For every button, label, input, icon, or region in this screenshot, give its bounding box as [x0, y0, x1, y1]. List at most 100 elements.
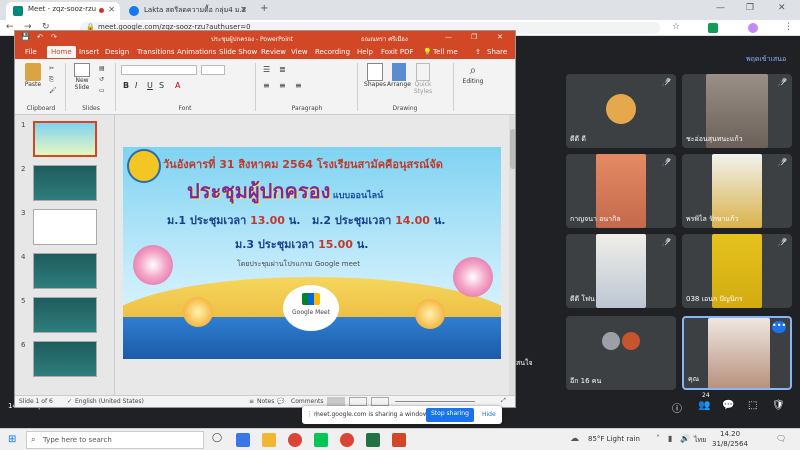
menu-animations[interactable]: Animations — [177, 48, 216, 56]
scrollbar-thumb[interactable] — [510, 129, 515, 169]
windows-start-icon[interactable]: ⊞ — [8, 434, 16, 445]
menu-foxit-pdf[interactable]: Foxit PDF — [381, 48, 414, 56]
chat-icon[interactable]: 💬 — [722, 400, 734, 411]
notes-button[interactable]: Notes — [257, 398, 274, 405]
network-icon[interactable]: ▮ — [668, 434, 672, 443]
clock-time[interactable]: 14.20 — [720, 430, 740, 438]
close-tab-icon[interactable]: ✕ — [240, 5, 247, 14]
bold-icon[interactable]: B — [123, 81, 129, 90]
menu-design[interactable]: Design — [105, 48, 129, 56]
slide-sorter-icon[interactable] — [349, 397, 367, 406]
excel-icon[interactable] — [366, 433, 380, 447]
others-tile[interactable]: อีก 16 คน — [566, 316, 676, 390]
language-status[interactable]: English (United States) — [75, 398, 144, 405]
self-tile[interactable]: ••• คุณ — [682, 316, 792, 390]
menu-home[interactable]: Home — [47, 46, 76, 58]
menu-share[interactable]: Share — [487, 48, 507, 56]
paste-button[interactable]: Paste — [21, 63, 45, 88]
new-slide-button[interactable]: New Slide — [69, 63, 95, 91]
meet-top-label[interactable]: พฤดเข้าเสนอ — [746, 54, 786, 65]
stop-sharing-button[interactable]: Stop sharing — [426, 408, 474, 422]
clock-date[interactable]: 31/8/2564 — [712, 440, 748, 448]
line-app-icon[interactable] — [314, 433, 328, 447]
restore-icon[interactable]: ❐ — [746, 3, 754, 13]
powerpoint-icon[interactable] — [392, 433, 406, 447]
menu-slideshow[interactable]: Slide Show — [219, 48, 257, 56]
participant-tile[interactable]: 🎤̸ ดีดี ดี — [566, 74, 676, 148]
volume-icon[interactable]: 🔊 — [680, 434, 690, 443]
slide-thumbnail[interactable] — [33, 341, 97, 377]
notification-icon[interactable]: 🗨 — [776, 434, 786, 443]
info-icon[interactable]: ⓘ — [672, 400, 682, 415]
comments-button[interactable]: Comments — [291, 398, 324, 405]
menu-kebab-icon[interactable]: ⋮ — [784, 22, 793, 32]
font-size-select[interactable] — [201, 65, 225, 75]
tab-meet[interactable]: Meet - zqz-sooz-rzu ✕ — [6, 2, 120, 20]
menu-recording[interactable]: Recording — [315, 48, 350, 56]
align-right-icon[interactable]: ≡ — [295, 81, 302, 90]
task-view-icon[interactable]: ◯ — [212, 433, 222, 443]
minimize-icon[interactable]: — — [445, 33, 452, 41]
italic-icon[interactable]: I — [135, 81, 137, 90]
user-name[interactable]: ธณณทรา ศรีเมือง — [361, 34, 408, 44]
file-explorer-icon[interactable] — [262, 433, 276, 447]
slide-1[interactable]: วันอังคารที่ 31 สิงหาคม 2564 โรงเรียนสาม… — [123, 147, 501, 359]
menu-transitions[interactable]: Transitions — [137, 48, 175, 56]
menu-help[interactable]: Help — [357, 48, 373, 56]
chrome-icon[interactable] — [340, 433, 354, 447]
autosave-icon[interactable]: 💾 — [21, 33, 30, 41]
editing-button[interactable]: ⌕ Editing — [459, 63, 487, 85]
participant-tile[interactable]: 🎤̸ กาญจนา อนากิล — [566, 154, 676, 228]
menu-tell-me[interactable]: Tell me — [433, 48, 458, 56]
slide-thumbnail[interactable] — [33, 121, 97, 157]
tray-chevron-icon[interactable]: ˄ — [656, 434, 660, 443]
participant-tile[interactable]: 🎤̸ ดีดี โฟน — [566, 234, 676, 308]
zoom-slider[interactable] — [395, 401, 475, 402]
align-left-icon[interactable]: ≡ — [263, 81, 270, 90]
shadow-icon[interactable]: S — [159, 81, 164, 90]
extension-icon[interactable] — [708, 23, 718, 33]
taskbar-search-box[interactable]: ⌕ Type here to search — [26, 431, 204, 449]
close-tab-icon[interactable]: ✕ — [108, 5, 115, 14]
chrome-icon[interactable] — [288, 433, 302, 447]
slide-thumbnail[interactable] — [33, 165, 97, 201]
menu-view[interactable]: View — [291, 48, 308, 56]
close-window-icon[interactable]: ✕ — [497, 33, 503, 41]
people-icon[interactable]: 👥 — [698, 400, 710, 411]
minimize-icon[interactable]: — — [716, 3, 725, 13]
bullets-icon[interactable]: ☰ — [263, 65, 270, 74]
star-icon[interactable]: ☆ — [672, 22, 680, 32]
cut-icon[interactable]: ✂ — [49, 65, 54, 72]
align-center-icon[interactable]: ≡ — [279, 81, 286, 90]
more-options-icon[interactable]: ••• — [772, 321, 786, 333]
menu-file[interactable]: File — [25, 48, 37, 56]
font-name-select[interactable] — [121, 65, 197, 75]
slide-thumbnail[interactable] — [33, 253, 97, 289]
menu-review[interactable]: Review — [261, 48, 286, 56]
close-window-icon[interactable]: ✕ — [778, 3, 786, 13]
activities-icon[interactable]: ⬚ — [748, 400, 757, 411]
quick-styles-button[interactable]: Quick Styles — [411, 63, 435, 95]
underline-icon[interactable]: U — [147, 81, 153, 90]
font-color-icon[interactable]: A — [175, 81, 180, 90]
normal-view-icon[interactable] — [327, 397, 345, 406]
profile-avatar[interactable] — [748, 23, 758, 33]
fit-slide-icon[interactable]: ⤢ — [501, 397, 506, 405]
numbering-icon[interactable]: ≣ — [279, 65, 286, 74]
input-language[interactable]: ไทย — [694, 435, 706, 446]
tab-facebook[interactable]: Lakta สตรีลดความดื้อ กลุ่ม4 ม.2 ✕ — [122, 2, 252, 20]
participant-tile[interactable]: 🎤̸ 038 เอนก ปัญนิกร — [682, 234, 792, 308]
arrange-button[interactable]: Arrange — [387, 63, 411, 88]
hide-button[interactable]: Hide — [482, 411, 496, 418]
format-painter-icon[interactable]: 🖌 — [49, 87, 57, 94]
weather-status[interactable]: 85°F Light rain — [588, 435, 640, 443]
participant-tile[interactable]: 🎤̸ พรพิไล รักษาแก้ว — [682, 154, 792, 228]
undo-icon[interactable]: ↶ — [37, 33, 43, 41]
slide-thumbnail[interactable] — [33, 209, 97, 245]
vertical-scrollbar[interactable] — [509, 115, 515, 397]
host-controls-icon[interactable]: 🛡 — [772, 400, 785, 411]
reset-icon[interactable]: ↺ — [99, 76, 104, 83]
layout-icon[interactable]: ▤ — [99, 65, 105, 72]
restore-icon[interactable]: ❐ — [471, 33, 477, 41]
shapes-button[interactable]: Shapes — [363, 63, 387, 88]
